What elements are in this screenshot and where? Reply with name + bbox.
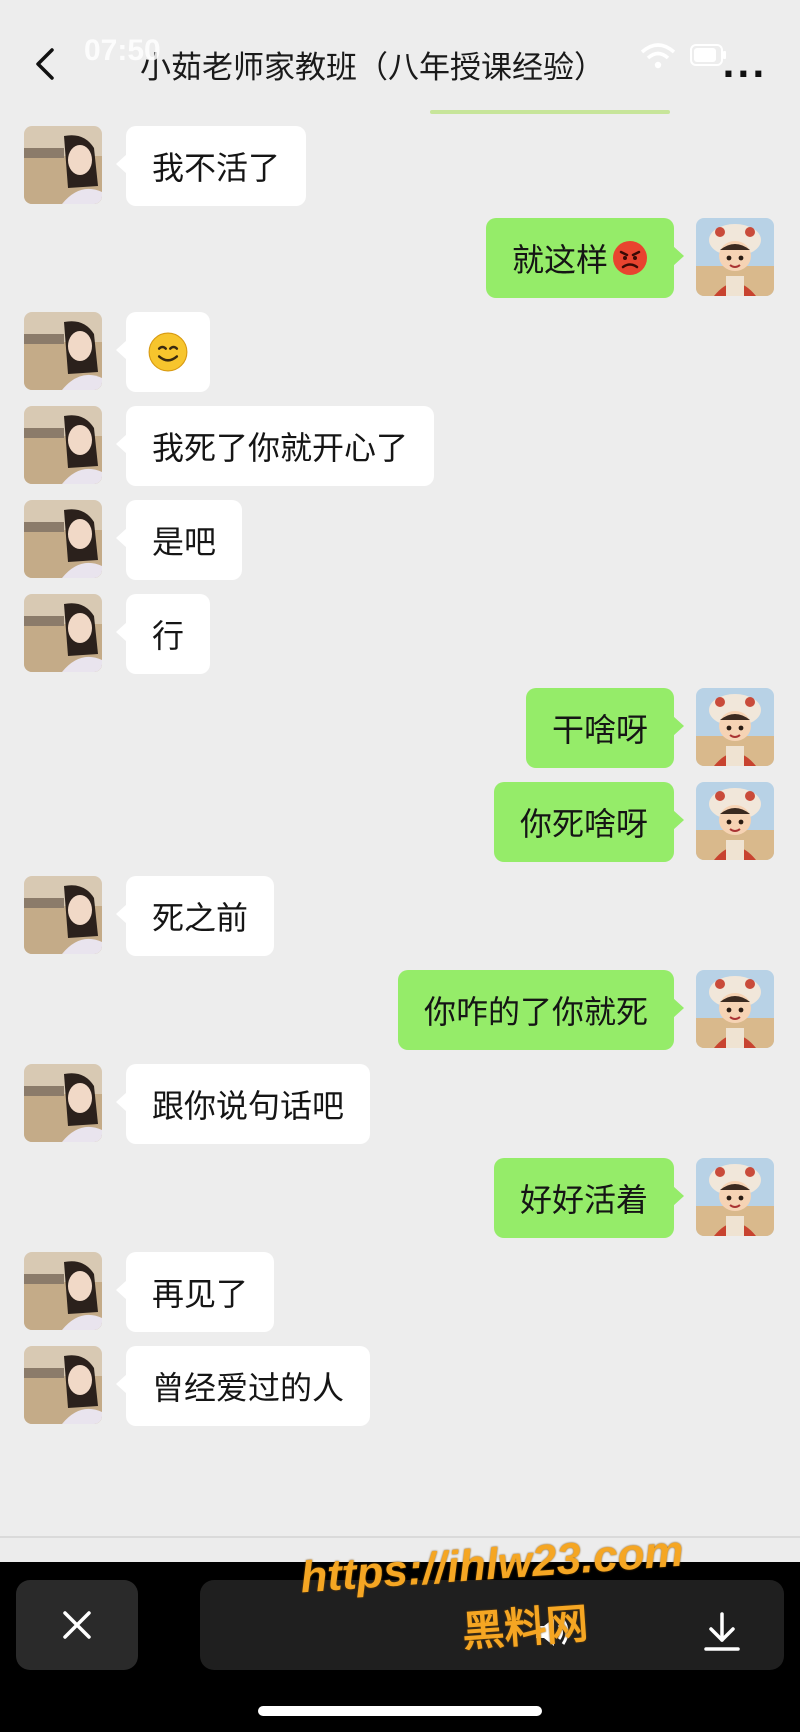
- message-row: 行: [0, 594, 800, 678]
- incoming-message-bubble[interactable]: 我死了你就开心了: [115, 406, 435, 486]
- outgoing-message-bubble[interactable]: 干啥呀: [525, 688, 685, 768]
- message-row: 我死了你就开心了: [0, 406, 800, 490]
- angry-face-emoji-icon: [613, 241, 647, 275]
- message-row: 跟你说句话吧: [0, 1064, 800, 1148]
- incoming-message-bubble[interactable]: [116, 312, 210, 392]
- message-list[interactable]: 我不活了就这样我死了你就开心了 是吧行干啥呀你死啥呀死之前你咋的了你就死跟你说句话…: [0, 0, 800, 1540]
- outgoing-message-bubble[interactable]: 好好活着: [493, 1158, 685, 1238]
- message-text: 再见了: [152, 1275, 249, 1313]
- my-avatar[interactable]: [696, 688, 774, 766]
- message-text: 跟你说句话吧: [152, 1087, 345, 1125]
- incoming-message-bubble[interactable]: 行: [115, 594, 211, 674]
- message-text: 就这样: [511, 241, 608, 279]
- message-row: 你死啥呀: [0, 782, 800, 866]
- message-text: 行: [152, 617, 185, 655]
- message-text: 你咋的了你就死: [423, 993, 648, 1031]
- message-row: 好好活着: [0, 1158, 800, 1242]
- message-text: 干啥呀: [551, 711, 648, 749]
- outgoing-message-bubble[interactable]: 就这样: [485, 218, 685, 298]
- contact-avatar[interactable]: [24, 1064, 102, 1142]
- my-avatar[interactable]: [696, 782, 774, 860]
- contact-avatar[interactable]: [24, 1346, 102, 1424]
- message-row: 我不活了: [0, 126, 800, 210]
- outgoing-message-bubble[interactable]: 你死啥呀: [493, 782, 685, 862]
- incoming-message-bubble[interactable]: 跟你说句话吧: [115, 1064, 371, 1144]
- outgoing-message-bubble[interactable]: 你咋的了你就死: [397, 970, 685, 1050]
- message-row: 是吧: [0, 500, 800, 584]
- download-icon[interactable]: [700, 1610, 744, 1654]
- message-row: 再见了: [0, 1252, 800, 1336]
- close-button[interactable]: [16, 1580, 138, 1670]
- contact-avatar[interactable]: [24, 594, 102, 672]
- close-icon: [63, 1611, 91, 1639]
- home-indicator: [258, 1706, 542, 1716]
- incoming-message-bubble[interactable]: 死之前: [115, 876, 275, 956]
- message-row: 曾经爱过的人: [0, 1346, 800, 1430]
- watermark-name: 黑料网: [460, 1598, 590, 1657]
- contact-avatar[interactable]: [24, 312, 102, 390]
- contact-avatar[interactable]: [24, 500, 102, 578]
- smiling-face-emoji-icon: [148, 332, 188, 372]
- message-text: 曾经爱过的人: [152, 1369, 345, 1407]
- my-avatar[interactable]: [696, 1158, 774, 1236]
- incoming-message-bubble[interactable]: 我不活了: [115, 126, 307, 206]
- message-text: 是吧: [152, 523, 217, 561]
- message-text: 我不活了: [152, 149, 281, 187]
- contact-avatar[interactable]: [24, 876, 102, 954]
- message-text: 死之前: [152, 899, 249, 937]
- message-row: 就这样: [0, 218, 800, 302]
- my-avatar[interactable]: [696, 970, 774, 1048]
- contact-avatar[interactable]: [24, 1252, 102, 1330]
- contact-avatar[interactable]: [24, 406, 102, 484]
- message-row: 干啥呀: [0, 688, 800, 772]
- message-row: [0, 312, 800, 396]
- incoming-message-bubble[interactable]: 曾经爱过的人: [115, 1346, 371, 1426]
- message-text: 你死啥呀: [519, 805, 648, 843]
- message-text: 我死了你就开心了: [152, 429, 409, 467]
- message-row: 你咋的了你就死: [0, 970, 800, 1054]
- message-text: 好好活着: [519, 1181, 648, 1219]
- message-row: 死之前: [0, 876, 800, 960]
- contact-avatar[interactable]: [24, 126, 102, 204]
- incoming-message-bubble[interactable]: 再见了: [115, 1252, 275, 1332]
- incoming-message-bubble[interactable]: 是吧: [115, 500, 243, 580]
- my-avatar[interactable]: [696, 218, 774, 296]
